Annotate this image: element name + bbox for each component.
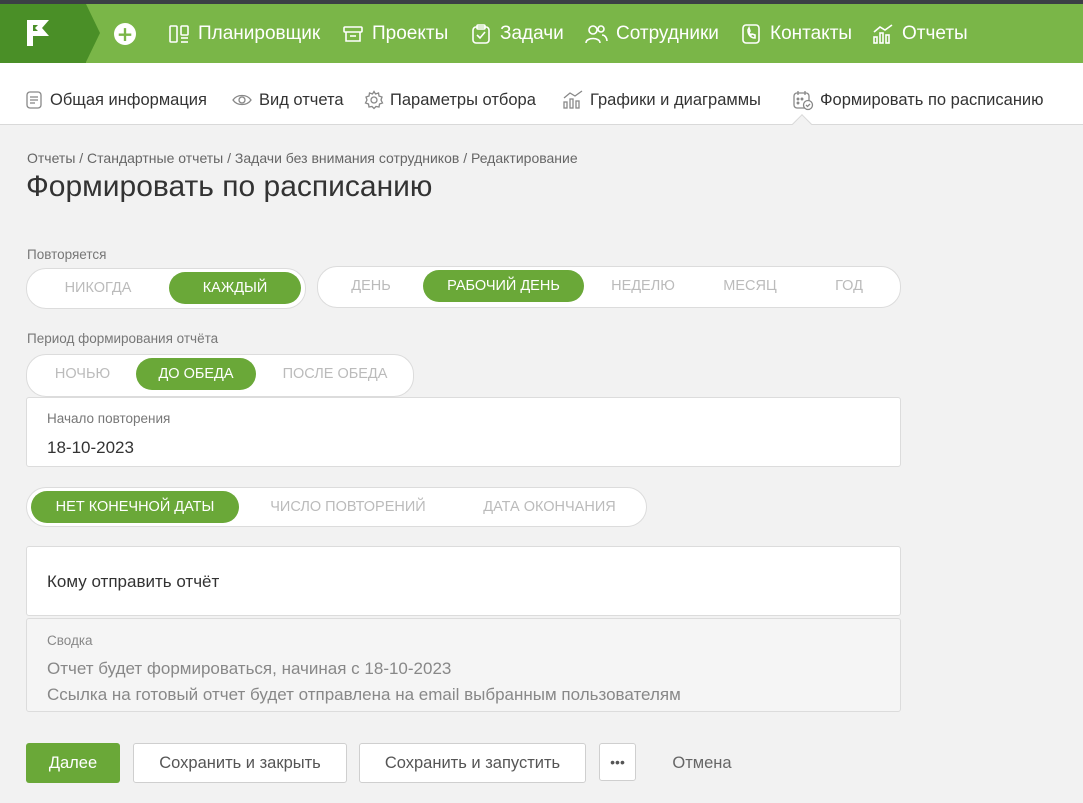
repeat-unit-month[interactable]: Месяц — [702, 270, 798, 302]
nav-planner-label: Планировщик — [198, 23, 321, 44]
tab-report-view[interactable]: Вид отчета — [231, 89, 344, 111]
tab-charts[interactable]: Графики и диаграммы — [562, 89, 761, 111]
flag-logo-icon — [27, 20, 49, 46]
summary-box: Сводка Отчет будет формироваться, начина… — [26, 618, 901, 712]
tab-general-info[interactable]: Общая информация — [24, 89, 207, 111]
gear-icon — [364, 90, 384, 110]
employees-icon — [585, 25, 608, 44]
nav-tasks[interactable]: Задачи — [470, 21, 564, 47]
tasks-icon — [472, 24, 490, 44]
tab-charts-label: Графики и диаграммы — [590, 90, 761, 109]
add-button[interactable]: + — [114, 23, 136, 45]
period-night[interactable]: Ночью — [30, 358, 135, 390]
tab-schedule-label: Формировать по расписанию — [820, 90, 1044, 109]
nav-contacts[interactable]: Контакты — [740, 21, 852, 47]
nav-tasks-label: Задачи — [500, 23, 564, 44]
repeat-unit-workday[interactable]: Рабочий день — [423, 270, 584, 302]
tab-filter-params[interactable]: Параметры отбора — [364, 89, 536, 111]
end-no-date[interactable]: Нет конечной даты — [31, 491, 239, 523]
recipients-label: Кому отправить отчёт — [47, 572, 220, 591]
nav-contacts-label: Контакты — [770, 23, 853, 44]
summary-title: Сводка — [47, 633, 93, 648]
planner-icon — [169, 25, 189, 43]
tab-schedule[interactable]: Формировать по расписанию — [792, 89, 1044, 111]
start-date-field[interactable]: Начало повторения 18-10-2023 — [26, 397, 901, 467]
tab-general-info-label: Общая информация — [50, 90, 207, 109]
nav-employees[interactable]: Сотрудники — [584, 21, 719, 47]
nav-reports[interactable]: Отчеты — [872, 21, 968, 47]
nav-reports-label: Отчеты — [902, 23, 968, 44]
calendar-icon — [793, 91, 814, 111]
more-button[interactable]: ••• — [599, 743, 636, 781]
tab-filter-params-label: Параметры отбора — [390, 90, 536, 109]
eye-icon — [232, 94, 252, 106]
repeat-label: Повторяется — [27, 247, 107, 262]
logo-arrow — [86, 4, 100, 62]
top-nav: + Планировщик Проекты Задачи Сотрудники … — [0, 4, 1083, 63]
page-title: Формировать по расписанию — [26, 170, 433, 203]
breadcrumb[interactable]: Отчеты / Стандартные отчеты / Задачи без… — [27, 150, 578, 166]
next-button[interactable]: Далее — [26, 743, 120, 783]
period-label: Период формирования отчёта — [27, 331, 219, 346]
nav-planner[interactable]: Планировщик — [168, 21, 320, 47]
tab-report-view-label: Вид отчета — [259, 90, 344, 109]
start-date-label: Начало повторения — [47, 411, 171, 426]
repeat-unit-switch: День Рабочий день Неделю Месяц Год — [317, 266, 901, 308]
end-repeat-count[interactable]: Число повторений — [247, 491, 449, 523]
save-run-button[interactable]: Сохранить и запустить — [359, 743, 586, 783]
nav-projects[interactable]: Проекты — [342, 21, 448, 47]
nav-projects-label: Проекты — [372, 23, 449, 44]
save-close-button[interactable]: Сохранить и закрыть — [133, 743, 347, 783]
start-date-value[interactable]: 18-10-2023 — [47, 438, 134, 458]
summary-line-2: Ссылка на готовый отчет будет отправлена… — [47, 685, 681, 704]
chart-icon — [563, 90, 583, 109]
reports-icon — [873, 24, 893, 44]
repeat-unit-year[interactable]: Год — [802, 270, 896, 302]
summary-line-1: Отчет будет формироваться, начиная с 18-… — [47, 659, 452, 678]
recipients-field[interactable]: Кому отправить отчёт — [26, 546, 901, 616]
period-morning[interactable]: До обеда — [136, 358, 256, 390]
repeat-mode-every[interactable]: Каждый — [169, 272, 301, 304]
subtabs-bar: Общая информация Вид отчета Параметры от… — [0, 63, 1083, 125]
repeat-unit-week[interactable]: Неделю — [588, 270, 698, 302]
logo[interactable] — [0, 4, 86, 63]
cancel-button[interactable]: Отмена — [660, 743, 744, 783]
projects-icon — [343, 26, 363, 42]
repeat-unit-day[interactable]: День — [321, 270, 421, 302]
contacts-icon — [742, 24, 760, 44]
nav-employees-label: Сотрудники — [616, 23, 719, 44]
repeat-mode-switch: Никогда Каждый — [26, 268, 306, 309]
end-date[interactable]: Дата окончания — [457, 491, 642, 523]
period-afternoon[interactable]: После обеда — [261, 358, 409, 390]
repeat-mode-never[interactable]: Никогда — [30, 272, 166, 304]
period-switch: Ночью До обеда После обеда — [26, 354, 414, 397]
end-option-switch: Нет конечной даты Число повторений Дата … — [26, 487, 647, 527]
document-icon — [26, 91, 42, 109]
